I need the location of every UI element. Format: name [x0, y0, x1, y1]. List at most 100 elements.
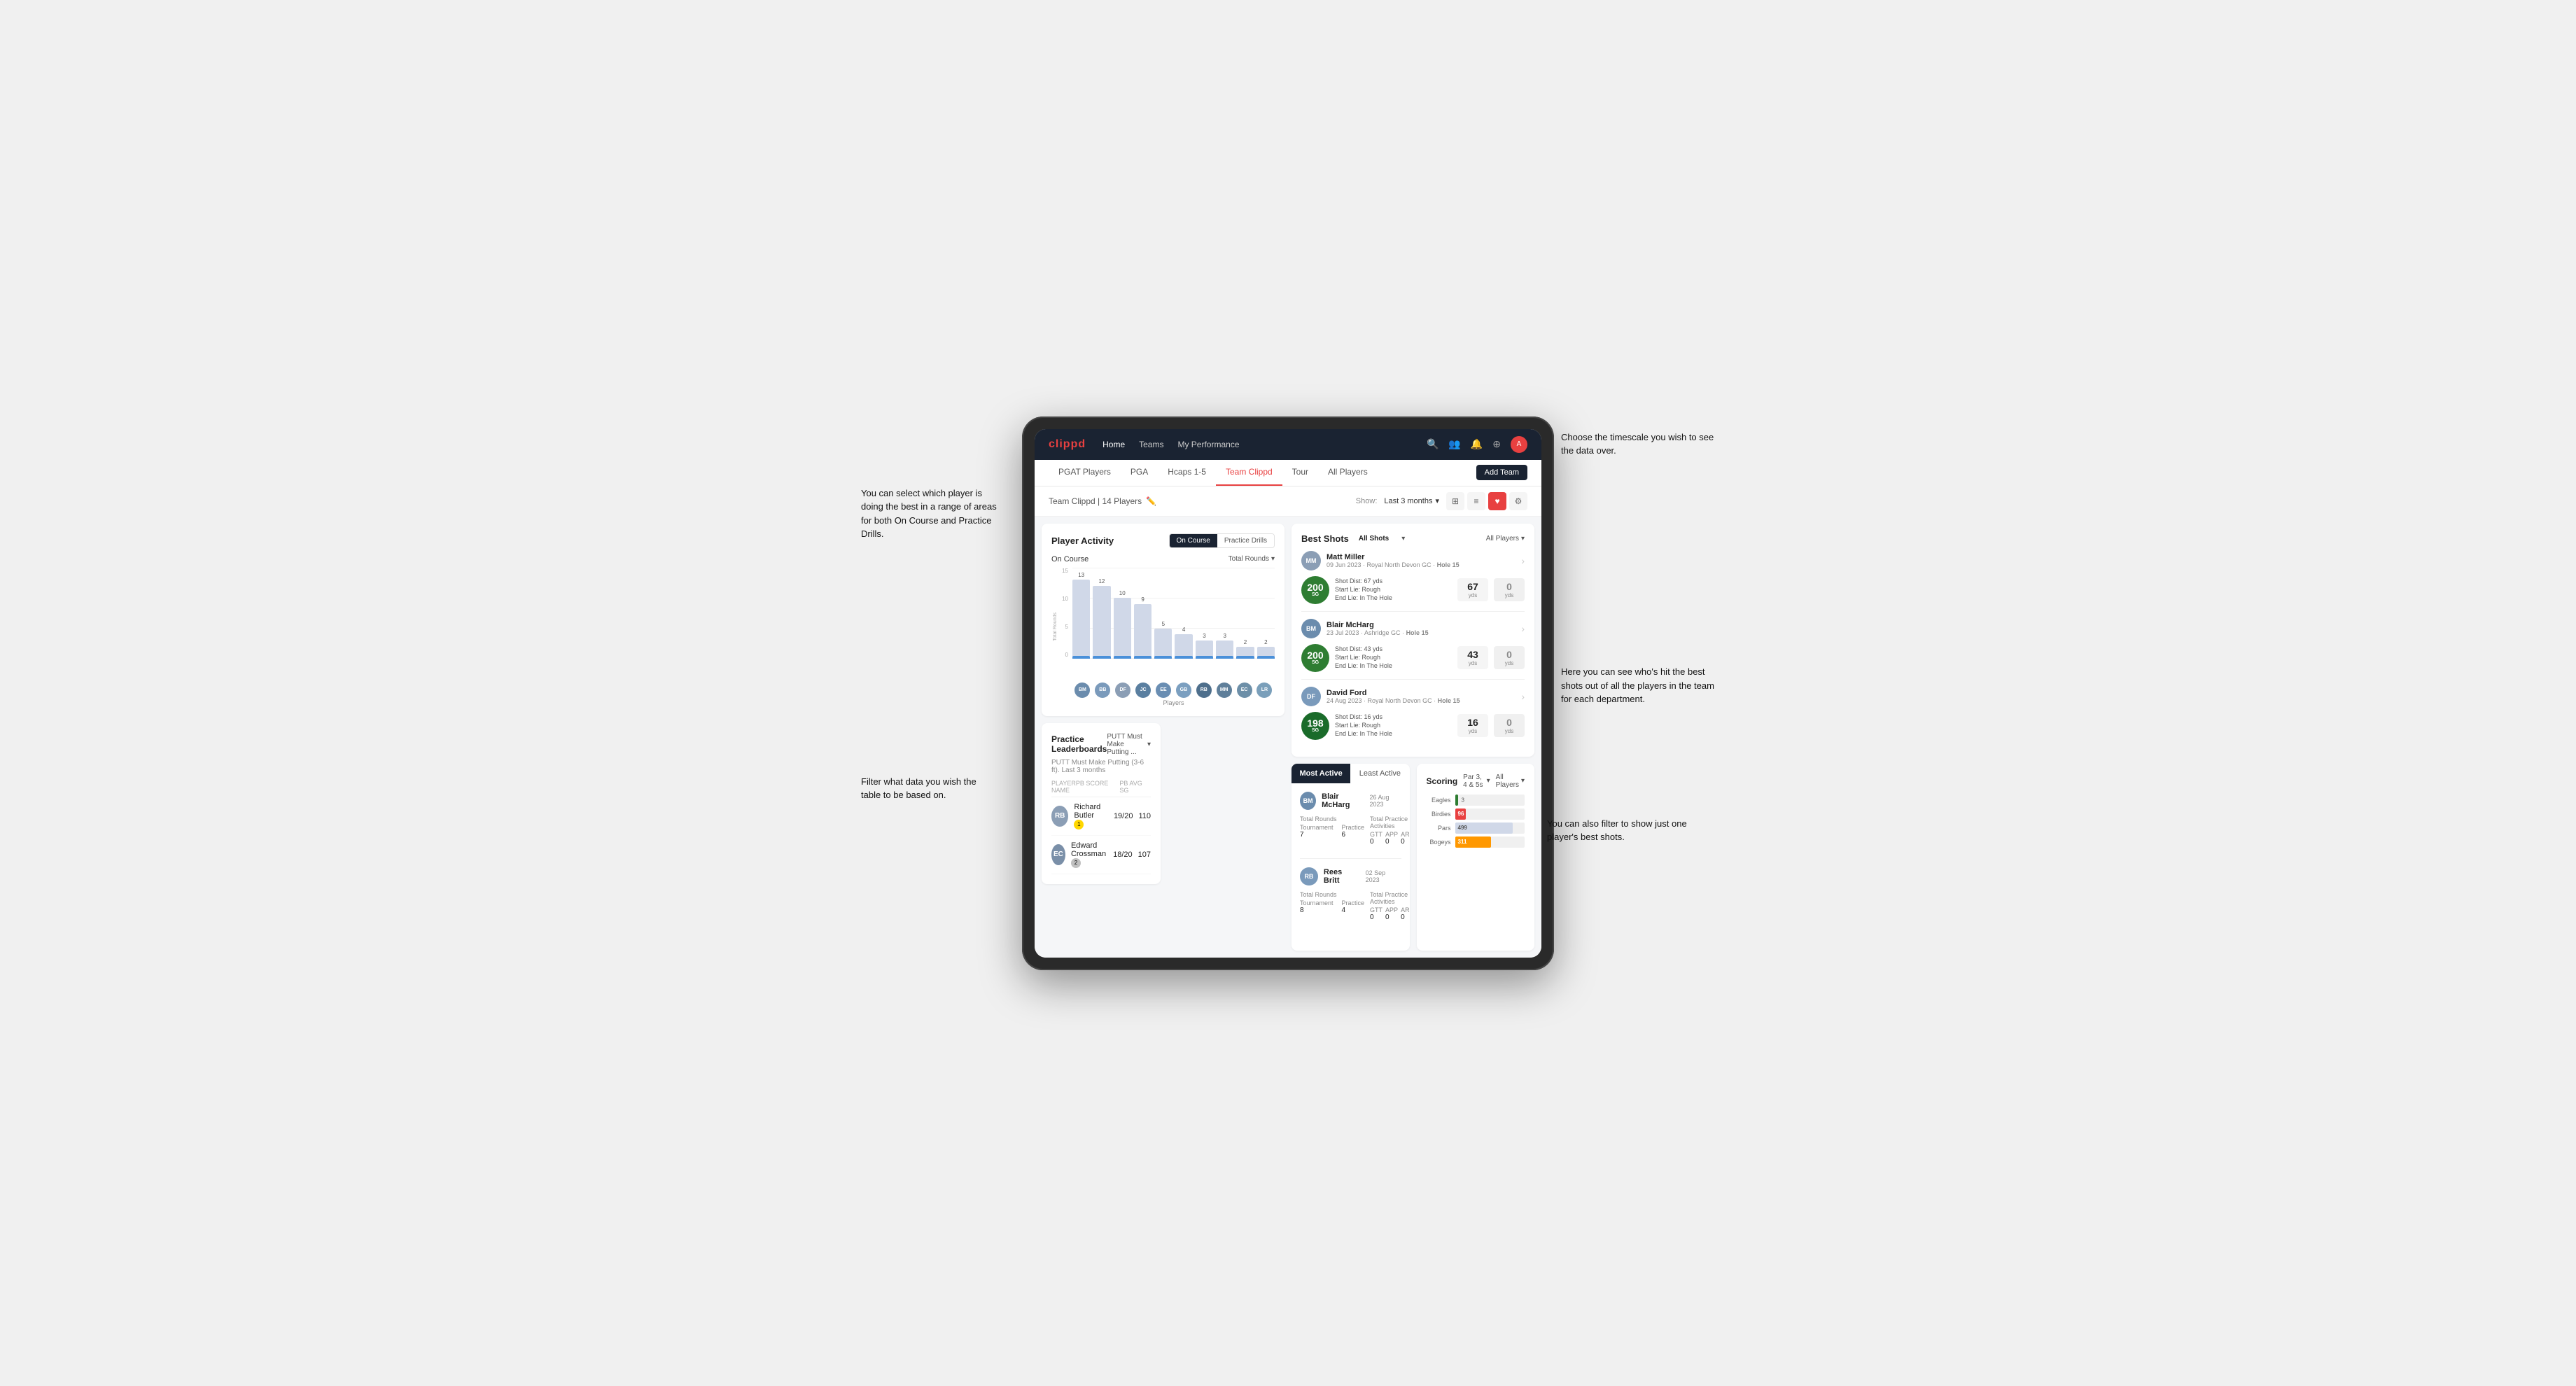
stat1-val-miller: 67 — [1467, 581, 1478, 592]
all-players-dropdown[interactable]: All Players ▾ — [1486, 535, 1525, 542]
team-title-text: Team Clippd | 14 Players — [1049, 496, 1142, 506]
practice-filter[interactable]: PUTT Must Make Putting ... ▾ — [1107, 733, 1151, 756]
most-active-tab[interactable]: Most Active — [1292, 764, 1350, 783]
view-icons: ⊞ ≡ ♥ ⚙ — [1446, 492, 1527, 510]
shot-details-miller: 200 SG Shot Dist: 67 yds Start Lie: Roug… — [1301, 576, 1525, 604]
on-course-toggle[interactable]: On Course — [1170, 534, 1217, 547]
chart-filter[interactable]: Total Rounds ▾ — [1228, 555, 1275, 563]
bar-value-7: 3 — [1224, 633, 1226, 639]
bar-value-8: 2 — [1244, 639, 1247, 645]
shot-entry-miller[interactable]: MM Matt Miller 09 Jun 2023 · Royal North… — [1301, 544, 1525, 612]
nav-icons: 🔍 👥 🔔 ⊕ A — [1427, 436, 1527, 453]
settings-view-button[interactable]: ⚙ — [1509, 492, 1527, 510]
main-content: Player Activity On Course Practice Drill… — [1035, 517, 1541, 958]
practice-val-mcharg: 6 — [1342, 831, 1365, 839]
sub-nav-pgat[interactable]: PGAT Players — [1049, 459, 1121, 486]
nav-avatar[interactable]: A — [1511, 436, 1527, 453]
practice-row[interactable]: RB Richard Butler 1 19/20 110 — [1051, 797, 1151, 836]
tournament-val-britt: 8 — [1300, 906, 1334, 914]
bell-icon[interactable]: 🔔 — [1471, 438, 1483, 450]
annotation-top-right: Choose the timescale you wish to see the… — [1561, 430, 1715, 458]
plus-icon[interactable]: ⊕ — [1492, 438, 1501, 450]
activity-toggle-group: On Course Practice Drills — [1169, 533, 1275, 548]
stat2-unit-miller: yds — [1505, 592, 1513, 598]
shot-player-info-ford: DF David Ford 24 Aug 2023 · Royal North … — [1301, 687, 1525, 706]
gtt-group-britt: GTT 0 — [1370, 906, 1382, 921]
grid-view-button[interactable]: ⊞ — [1446, 492, 1464, 510]
shot-player-meta-ford: 24 Aug 2023 · Royal North Devon GC · Hol… — [1326, 697, 1460, 704]
practice-drills-toggle[interactable]: Practice Drills — [1217, 534, 1274, 547]
stat1-val-mcharg: 43 — [1467, 649, 1478, 660]
bar-group-3: 9 — [1134, 596, 1152, 659]
scoring-filter1[interactable]: Par 3, 4 & 5s ▾ — [1463, 774, 1490, 789]
shot-entry-ford[interactable]: DF David Ford 24 Aug 2023 · Royal North … — [1301, 680, 1525, 747]
shot-player-avatar-ford: DF — [1301, 687, 1321, 706]
shot-score-label-miller: SG — [1312, 592, 1319, 597]
timeframe-select[interactable]: Last 3 months ▾ — [1384, 496, 1439, 505]
nav-logo: clippd — [1049, 438, 1086, 451]
sub-nav-team-clippd[interactable]: Team Clippd — [1216, 459, 1282, 486]
shot-player-name-mcharg: Blair McHarg — [1326, 621, 1429, 629]
search-icon[interactable]: 🔍 — [1427, 438, 1438, 450]
shot-end-miller: End Lie: In The Hole — [1335, 594, 1452, 601]
most-active-content: BM Blair McHarg 26 Aug 2023 Total Rounds — [1292, 783, 1410, 951]
best-tab[interactable]: ▾ — [1397, 533, 1409, 544]
tournament-label-britt: Tournament — [1300, 899, 1334, 906]
shot-player-avatar-mcharg: BM — [1301, 619, 1321, 638]
bar-rect-2 — [1114, 598, 1131, 659]
tablet-screen: clippd Home Teams My Performance 🔍 👥 🔔 ⊕… — [1035, 429, 1541, 958]
sub-nav-all-players[interactable]: All Players — [1318, 459, 1378, 486]
shot-score-miller: 200 — [1307, 582, 1323, 592]
bogeys-label: Bogeys — [1427, 839, 1451, 846]
scoring-row-bogeys: Bogeys 311 — [1427, 836, 1525, 848]
bar-highlight-2 — [1114, 656, 1131, 659]
player-activity-card: Player Activity On Course Practice Drill… — [1042, 524, 1284, 716]
shot-dist-ford: Shot Dist: 16 yds — [1335, 713, 1452, 720]
player-avatar-bar-6: RB — [1196, 682, 1212, 698]
player-avatar-bar-5: GB — [1176, 682, 1191, 698]
bogeys-bar: 311 — [1455, 836, 1492, 848]
nav-item-performance[interactable]: My Performance — [1177, 440, 1239, 449]
arg-group: ARG 0 — [1401, 831, 1409, 846]
nav-item-home[interactable]: Home — [1102, 440, 1125, 449]
tablet-frame: clippd Home Teams My Performance 🔍 👥 🔔 ⊕… — [1022, 416, 1554, 970]
shot-player-info-miller: MM Matt Miller 09 Jun 2023 · Royal North… — [1301, 551, 1525, 570]
shot-player-meta-miller: 09 Jun 2023 · Royal North Devon GC · Hol… — [1326, 561, 1460, 568]
practice-leaderboards-card: Practice Leaderboards PUTT Must Make Put… — [1042, 723, 1161, 884]
sub-nav-hcaps[interactable]: Hcaps 1-5 — [1158, 459, 1216, 486]
practice-row[interactable]: EC Edward Crossman 2 18/20 10 — [1051, 836, 1151, 874]
y-label: 10 — [1062, 596, 1068, 602]
bar-group-2: 10 — [1114, 590, 1131, 659]
nav-item-teams[interactable]: Teams — [1139, 440, 1163, 449]
users-icon[interactable]: 👥 — [1448, 438, 1460, 450]
bar-rect-6 — [1196, 640, 1213, 659]
bar-rect-3 — [1134, 604, 1152, 659]
active-stats-row-mcharg: Total Rounds Tournament 7 — [1300, 816, 1401, 846]
practice-label-britt: Practice — [1342, 899, 1365, 906]
edit-team-icon[interactable]: ✏️ — [1146, 496, 1156, 506]
shot-player-avatar-miller: MM — [1301, 551, 1321, 570]
sub-nav-tour[interactable]: Tour — [1282, 459, 1318, 486]
gtt-group: GTT 0 — [1370, 831, 1382, 846]
app-label-britt: APP — [1385, 906, 1398, 913]
shot-player-name-miller: Matt Miller — [1326, 553, 1460, 561]
player-avatar-bar-3: JC — [1135, 682, 1151, 698]
list-view-button[interactable]: ≡ — [1467, 492, 1485, 510]
shot-stat1-ford: 16 yds — [1457, 714, 1488, 737]
scoring-filter2[interactable]: All Players ▾ — [1496, 774, 1525, 789]
shot-entry-mcharg[interactable]: BM Blair McHarg 23 Jul 2023 · Ashridge G… — [1301, 612, 1525, 680]
add-team-button[interactable]: Add Team — [1476, 465, 1527, 480]
heart-view-button[interactable]: ♥ — [1488, 492, 1506, 510]
least-active-tab[interactable]: Least Active — [1350, 764, 1409, 783]
practice-label: Practice — [1342, 824, 1365, 831]
sub-nav-pga[interactable]: PGA — [1121, 459, 1158, 486]
player-avg-crossman: 107 — [1138, 850, 1151, 859]
shot-dist-mcharg: Shot Dist: 43 yds — [1335, 645, 1452, 652]
shots-tab-group: All Shots ▾ — [1354, 533, 1409, 544]
scoring-row-pars: Pars 499 — [1427, 822, 1525, 834]
shot-player-meta-mcharg: 23 Jul 2023 · Ashridge GC · Hole 15 — [1326, 629, 1429, 636]
all-shots-tab[interactable]: All Shots — [1354, 533, 1393, 544]
best-shots-card: Best Shots All Shots ▾ All Players ▾ — [1292, 524, 1534, 757]
shot-start-mcharg: Start Lie: Rough — [1335, 654, 1452, 661]
birdies-val: 96 — [1458, 811, 1464, 817]
